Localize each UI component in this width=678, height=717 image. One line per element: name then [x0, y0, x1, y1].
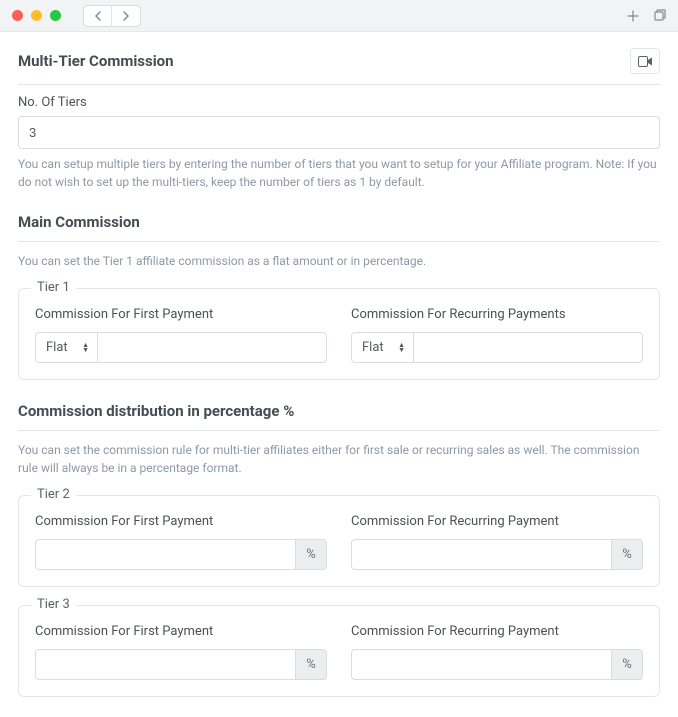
main-commission-title: Main Commission [18, 213, 660, 231]
tier2-legend: Tier 2 [31, 487, 76, 502]
tier1-legend: Tier 1 [31, 280, 76, 295]
tier3-fieldset: Tier 3 Commission For First Payment % Co… [18, 605, 660, 697]
traffic-lights [12, 10, 61, 21]
main-commission-help: You can set the Tier 1 affiliate commiss… [18, 252, 660, 270]
tier1-first-amount-input[interactable] [97, 332, 327, 363]
tier1-recurring-amount-input[interactable] [413, 332, 643, 363]
forward-button[interactable] [112, 6, 140, 26]
page-title: Multi-Tier Commission [18, 52, 174, 70]
tier1-first-type-value: Flat [46, 340, 68, 355]
minimize-window-button[interactable] [31, 10, 42, 21]
page-header: Multi-Tier Commission [18, 32, 660, 84]
tier1-fieldset: Tier 1 Commission For First Payment Flat… [18, 288, 660, 380]
tier2-recurring-input[interactable] [351, 539, 611, 570]
tiers-input[interactable] [18, 116, 660, 149]
back-button[interactable] [84, 6, 112, 26]
tier1-recurring-label: Commission For Recurring Payments [351, 307, 643, 322]
copy-window-button[interactable] [652, 9, 666, 23]
tier1-first-type-select[interactable]: Flat ▲▼ [35, 332, 97, 363]
percent-suffix: % [611, 539, 643, 570]
main-commission-separator [18, 241, 660, 242]
percent-suffix: % [295, 649, 327, 680]
tier1-first-label: Commission For First Payment [35, 307, 327, 322]
distribution-help: You can set the commission rule for mult… [18, 441, 660, 477]
tier3-first-input[interactable] [35, 649, 295, 680]
tier3-recurring-input[interactable] [351, 649, 611, 680]
close-window-button[interactable] [12, 10, 23, 21]
tier2-first-input[interactable] [35, 539, 295, 570]
tier2-first-label: Commission For First Payment [35, 514, 327, 529]
tiers-help-text: You can setup multiple tiers by entering… [18, 155, 660, 191]
tier3-first-label: Commission For First Payment [35, 624, 327, 639]
percent-suffix: % [295, 539, 327, 570]
tiers-label: No. Of Tiers [18, 95, 660, 110]
tier2-fieldset: Tier 2 Commission For First Payment % Co… [18, 495, 660, 587]
distribution-title: Commission distribution in percentage % [18, 402, 660, 420]
tier1-recurring-type-value: Flat [362, 340, 384, 355]
nav-buttons [83, 5, 141, 27]
distribution-separator [18, 430, 660, 431]
tier2-recurring-label: Commission For Recurring Payment [351, 514, 643, 529]
window-titlebar [0, 0, 678, 32]
tier1-recurring-type-select[interactable]: Flat ▲▼ [351, 332, 413, 363]
select-arrows-icon: ▲▼ [82, 343, 89, 353]
new-tab-button[interactable] [626, 9, 640, 23]
video-help-button[interactable] [630, 48, 660, 74]
select-arrows-icon: ▲▼ [398, 343, 405, 353]
percent-suffix: % [611, 649, 643, 680]
header-separator [18, 84, 660, 85]
tier3-recurring-label: Commission For Recurring Payment [351, 624, 643, 639]
tier3-legend: Tier 3 [31, 597, 76, 612]
maximize-window-button[interactable] [50, 10, 61, 21]
